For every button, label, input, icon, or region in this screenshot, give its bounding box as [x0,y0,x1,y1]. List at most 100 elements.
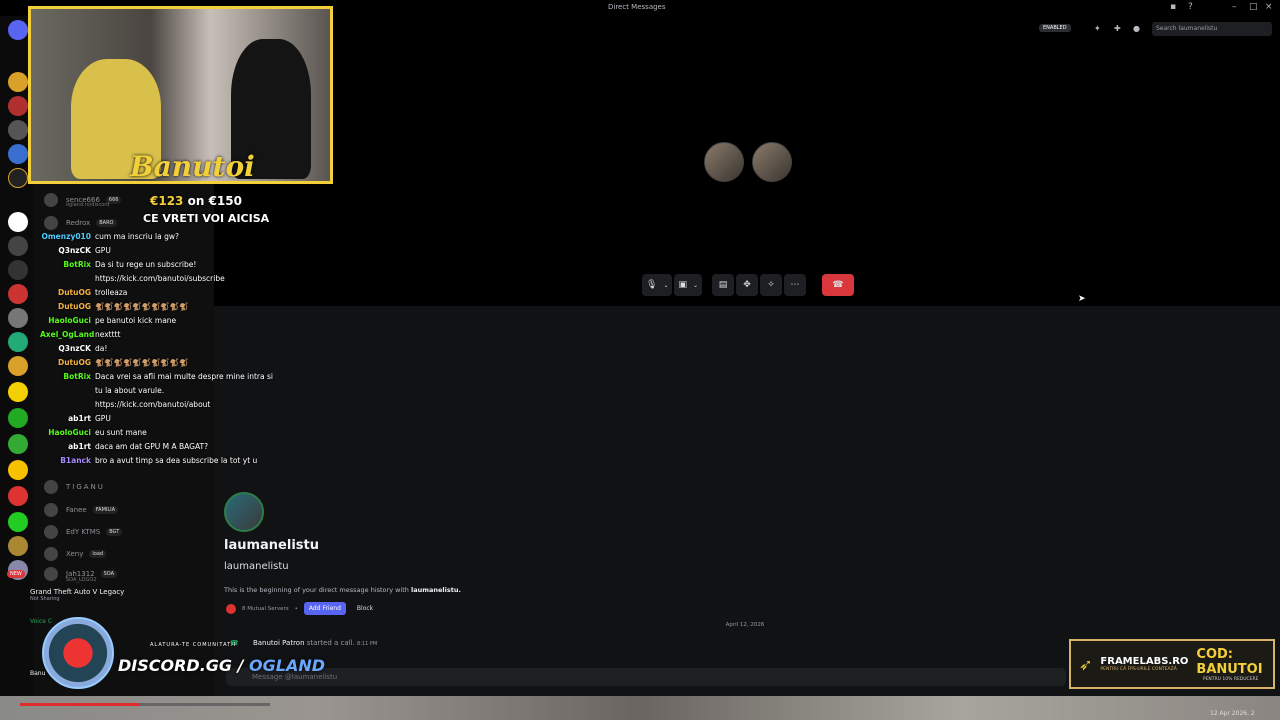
maximize-icon[interactable]: □ [1249,2,1258,12]
category-header[interactable]: TIGANU [44,479,105,495]
end-call-button[interactable]: ☎ [822,274,855,296]
camera-button[interactable]: ▣ ⌄ [674,274,703,296]
message-input[interactable]: Message @laumanelistu [226,668,1066,686]
server-icon[interactable] [8,260,28,280]
member-item[interactable]: EdY KTMS BGT [44,524,123,540]
voice-status[interactable]: Voice C [30,618,52,625]
call-user[interactable]: Banutoi Patron [253,639,305,647]
avatar [44,525,58,539]
server-icon[interactable] [8,120,28,140]
member-item[interactable]: Fanee FAMILIA [44,502,119,518]
member-item[interactable]: Xeny load [44,546,107,562]
separator-dot: • [294,605,298,612]
server-icon[interactable] [8,212,28,232]
chat-line: tu la about varule. [40,386,164,395]
chat-username: DutuOG [57,358,91,367]
sponsor-tagline: PENTRU CĂ FPS-URILE CONTEAZĂ [1100,667,1177,672]
close-icon[interactable]: × [1265,2,1273,12]
avatar [44,216,58,230]
server-icon[interactable] [8,356,28,376]
chat-line: DutuOG 🐒🐒🐒🐒🐒🐒🐒🐒🐒🐒 [40,302,188,311]
help-icon[interactable]: ? [1188,2,1193,12]
member-item[interactable]: Redrox BARO [44,215,117,231]
server-icon[interactable] [8,168,28,188]
soundboard-button[interactable]: ✧ [760,274,783,296]
user-name[interactable]: Banu [30,670,45,677]
role-tag: FAMILIA [92,506,119,514]
category-label: TIGANU [66,483,105,491]
server-icon[interactable] [8,486,28,506]
soundboard-icon: ✧ [767,280,775,290]
server-icon[interactable] [8,382,28,402]
activities-button[interactable]: ✥ [736,274,759,296]
search-input[interactable]: Search laumanelistu [1152,22,1272,36]
server-icon[interactable] [8,434,28,454]
participant-avatar[interactable] [752,142,792,182]
screen-share-button[interactable]: ▤ [712,274,735,296]
sponsor-brand-block: FRAMELABS.RO PENTRU CĂ FPS-URILE CONTEAZ… [1100,656,1188,672]
server-icon[interactable] [8,236,28,256]
chat-username: ab1rt [68,414,91,423]
chat-line: HaoloGuci eu sunt mane [40,428,147,437]
overlay-title: Banutoi [130,150,255,183]
mutual-servers-link[interactable]: 8 Mutual Servers [242,606,289,612]
call-area [214,16,1280,306]
discord-prefix: DISCORD.GG / [118,656,250,675]
timestamp: 12 Apr 2026, 2 [1210,710,1255,717]
chat-username: BotRix [63,372,91,381]
avatar [44,503,58,517]
member-name: Xeny [66,550,84,558]
server-icon[interactable] [8,96,28,116]
pin-icon[interactable]: ✦ [1094,24,1101,33]
game-title: Grand Theft Auto V Legacy [30,588,125,596]
chat-message: bro a avut timp sa dea subscribe la tot … [95,456,258,465]
avatar [44,480,58,494]
chat-username: DutuOG [57,302,91,311]
server-icon[interactable] [8,284,28,304]
inbox-icon[interactable]: ▪ [1170,2,1176,12]
playback-progress[interactable] [20,703,270,706]
enabled-badge: ENABLED [1039,24,1071,32]
server-icon[interactable] [8,308,28,328]
goal-on: on [187,194,205,208]
add-friend-button[interactable]: Add Friend [303,602,346,615]
server-icon[interactable] [8,408,28,428]
server-icon[interactable] [8,512,28,532]
add-member-icon[interactable]: ✚ [1114,24,1121,33]
chat-message: nextttt [95,330,121,339]
chat-line: Q3nzCK da! [40,344,107,353]
chat-message: cum ma inscriu la gw? [95,232,179,241]
server-icon[interactable] [8,460,28,480]
chat-username: B1anck [60,456,91,465]
chat-message: 🐒🐒🐒🐒🐒🐒🐒🐒🐒🐒 [95,358,189,367]
block-button[interactable]: Block [352,602,378,615]
server-icon [226,603,236,614]
server-icon[interactable] [8,72,28,92]
server-icon[interactable] [8,332,28,352]
more-icon: ⋯ [790,280,800,290]
screen-share-icon: ▤ [718,280,728,290]
dm-intro-name: laumanelistu. [410,586,461,594]
ogland-logo [42,617,114,689]
profile-icon[interactable]: ● [1133,24,1140,33]
cursor-icon: ➤ [1078,294,1086,304]
chat-message: da! [95,344,108,353]
dm-intro-text: This is the beginning of your direct mes… [224,586,461,594]
home-icon[interactable] [8,20,28,40]
dm-avatar[interactable] [224,492,264,532]
chat-username: DutuOG [57,288,91,297]
server-icon[interactable] [8,144,28,164]
participant-avatar[interactable] [704,142,744,182]
dm-username: laumanelistu [224,561,289,572]
minimize-icon[interactable]: – [1232,2,1237,12]
member-name: EdY KTMS [66,528,101,536]
dm-display-name: laumanelistu [224,538,319,553]
mic-button[interactable]: 🎙 ⌄ [642,274,673,296]
camera-off-icon: ▣ [678,280,687,290]
activity-panel[interactable]: Grand Theft Auto V Legacy Not Sharing [8,588,208,602]
chat-username: HaoloGuci [48,316,91,325]
chat-username: ab1rt [68,442,91,451]
role-tag: BGT [106,528,123,536]
more-button[interactable]: ⋯ [784,274,807,296]
server-icon[interactable] [8,536,28,556]
